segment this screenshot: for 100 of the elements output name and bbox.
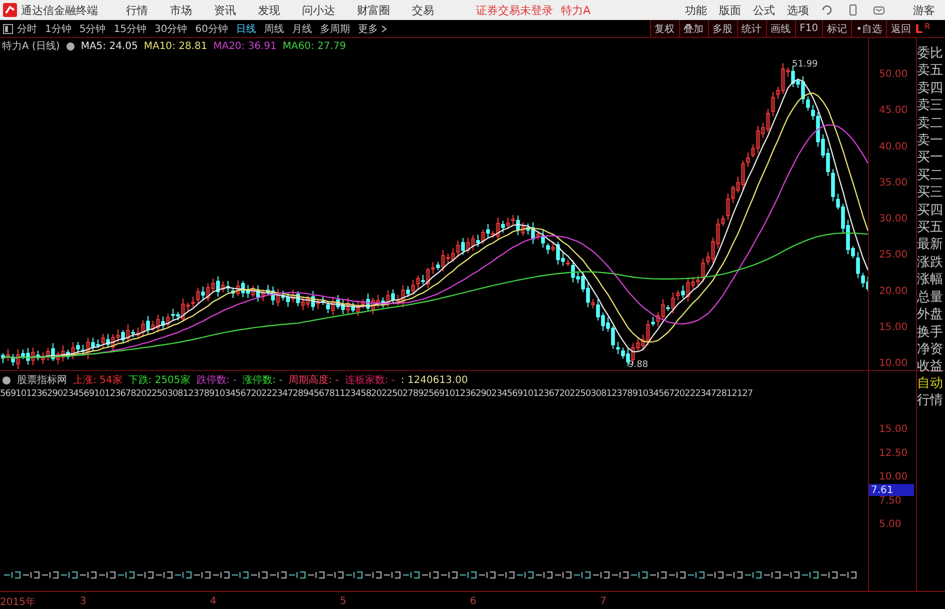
quote-panel-item[interactable]: 卖三	[917, 97, 945, 115]
indicator-stat: 周期高度: -	[288, 374, 339, 387]
high-price-label: 51.99	[792, 60, 818, 70]
quote-panel-item[interactable]: 外盘	[917, 306, 945, 324]
period-tab[interactable]: 更多	[358, 22, 378, 36]
quote-panel-item[interactable]: 涨幅	[917, 271, 945, 289]
quote-panel-item[interactable]: 卖一	[917, 132, 945, 150]
current-value-label: 7.61	[871, 485, 894, 496]
current-value-tag	[869, 484, 914, 496]
price-axis-label: 15.00	[879, 322, 908, 333]
period-tab[interactable]: 15分钟	[114, 22, 146, 36]
period-tab[interactable]: 60分钟	[195, 22, 228, 36]
settings-icon[interactable]	[2, 376, 11, 384]
date-axis-label: 4	[210, 596, 218, 607]
menu-item[interactable]: 市场	[170, 2, 192, 18]
indicator-axis-label: 15.00	[879, 424, 908, 435]
date-axis-label: 2015年	[0, 596, 36, 608]
menu-item[interactable]: 资讯	[214, 2, 236, 18]
date-axis-label: 5	[340, 596, 348, 607]
period-tab[interactable]: 月线	[292, 22, 312, 36]
quote-panel-item[interactable]: 买三	[917, 184, 945, 202]
toolbar-button[interactable]: 统计	[736, 20, 766, 37]
auto-quote-label[interactable]: 行情	[917, 392, 945, 409]
indicator-stat: 跌停数: -	[196, 374, 236, 387]
indicator-title: 股票指标网	[17, 374, 67, 387]
period-tab[interactable]: 周线	[264, 22, 284, 36]
toolbar-button[interactable]: 画线	[766, 20, 795, 37]
price-axis-label: 20.00	[879, 286, 908, 297]
low-price-label: 9.88	[628, 360, 648, 370]
stock-name: 特力A	[561, 2, 591, 18]
period-tab[interactable]: 5分钟	[79, 22, 106, 36]
indicator-axis-label: 12.50	[879, 448, 908, 459]
quote-panel-item[interactable]: 最新	[917, 236, 945, 254]
indicator-stat: 涨停数: -	[242, 374, 283, 387]
moving-average-value: MA10: 28.81	[144, 40, 208, 52]
menu-item[interactable]: 行情	[126, 2, 148, 18]
indicator-stat: 上涨: 54家	[73, 374, 122, 387]
quote-panel-item[interactable]: 换手	[917, 324, 945, 341]
caret-icon[interactable]	[380, 24, 387, 32]
price-axis-label: 45.00	[879, 105, 908, 116]
quote-panel-item[interactable]: 卖四	[917, 80, 945, 98]
quote-panel-item[interactable]: 买一	[917, 149, 945, 167]
period-tab[interactable]: 1分钟	[45, 22, 72, 36]
quote-panel-item[interactable]: 净资	[917, 340, 945, 358]
date-axis-label: 3	[80, 596, 88, 607]
message-icon[interactable]	[873, 4, 885, 16]
chart-title: 特力A (日线)	[2, 40, 60, 53]
indicator-axis-label: 10.00	[879, 472, 908, 482]
user-label[interactable]: 游客	[913, 2, 935, 18]
app-title: 通达信金融终端	[21, 2, 98, 18]
menu-item[interactable]: 发现	[258, 2, 280, 18]
quote-panel-item[interactable]: 总量	[917, 288, 945, 306]
price-axis-label: 40.00	[879, 141, 908, 152]
menu-item[interactable]: 问小达	[302, 2, 335, 18]
period-tab[interactable]: 日线	[236, 22, 256, 36]
login-status: 证券交易未登录	[476, 2, 553, 18]
moving-average-value: MA60: 27.79	[282, 40, 346, 52]
indicator-stat: 连板家数: -	[344, 374, 395, 387]
indicator-axis-label: 7.50	[879, 495, 902, 506]
app-logo-icon	[3, 3, 17, 17]
quote-panel-item[interactable]: 涨跌	[917, 254, 945, 272]
auto-quote-label[interactable]: 自动	[917, 375, 945, 392]
phone-icon[interactable]	[847, 4, 859, 16]
moving-average-value: MA20: 36.91	[213, 40, 277, 52]
moving-average-value: MA5: 24.05	[80, 40, 138, 52]
quote-panel-item[interactable]: 买四	[917, 202, 945, 220]
refresh-icon[interactable]	[821, 4, 833, 16]
date-axis-label: 6	[470, 596, 478, 607]
period-tab[interactable]: 多周期	[320, 22, 350, 36]
date-axis-label: 7	[600, 596, 608, 607]
menu-item[interactable]: 公式	[753, 2, 775, 18]
indicator-stat: : 1240613.00	[400, 374, 468, 386]
price-axis-label: 25.00	[879, 250, 908, 261]
quote-panel-item[interactable]: 买五	[917, 219, 945, 236]
quote-panel-item[interactable]: 委比	[917, 45, 945, 62]
menu-item[interactable]: 交易	[412, 2, 434, 18]
quote-panel-item[interactable]: 买二	[917, 166, 945, 184]
corner-label: L	[915, 22, 923, 36]
menu-item[interactable]: 功能	[685, 2, 707, 18]
period-tab[interactable]: 30分钟	[154, 22, 188, 36]
toolbar-button[interactable]: F10	[794, 20, 822, 37]
menu-item[interactable]: 选项	[787, 2, 809, 18]
toolbar-button[interactable]: 叠加	[678, 20, 708, 37]
price-axis-label: 30.00	[879, 214, 908, 224]
quote-panel-item[interactable]: 卖二	[917, 114, 945, 132]
indicator-digits: 569101236290234569101236782022503081237891034567202223472894567811234582022502789256910123629023456910123672022503081237891034567202223472812127	[0, 389, 754, 401]
period-tab[interactable]: 分时	[17, 22, 37, 36]
toolbar-button[interactable]: 标记	[822, 20, 852, 37]
menu-item[interactable]: 财富圈	[357, 2, 390, 18]
toolbar-button[interactable]: •自选	[851, 20, 886, 37]
panel-toggle-icon[interactable]	[3, 24, 13, 34]
toolbar-button[interactable]: 多股	[708, 20, 737, 37]
settings-icon[interactable]	[66, 42, 75, 50]
toolbar-button[interactable]: 复权	[650, 20, 679, 37]
price-axis-label: 50.00	[879, 69, 908, 80]
price-axis-label: 10.00	[879, 358, 908, 369]
quote-panel-item[interactable]: 卖五	[917, 62, 945, 80]
menu-item[interactable]: 版面	[719, 2, 741, 18]
toolbar-button[interactable]: 返回	[886, 20, 915, 37]
quote-panel-item[interactable]: 收益	[917, 358, 945, 376]
